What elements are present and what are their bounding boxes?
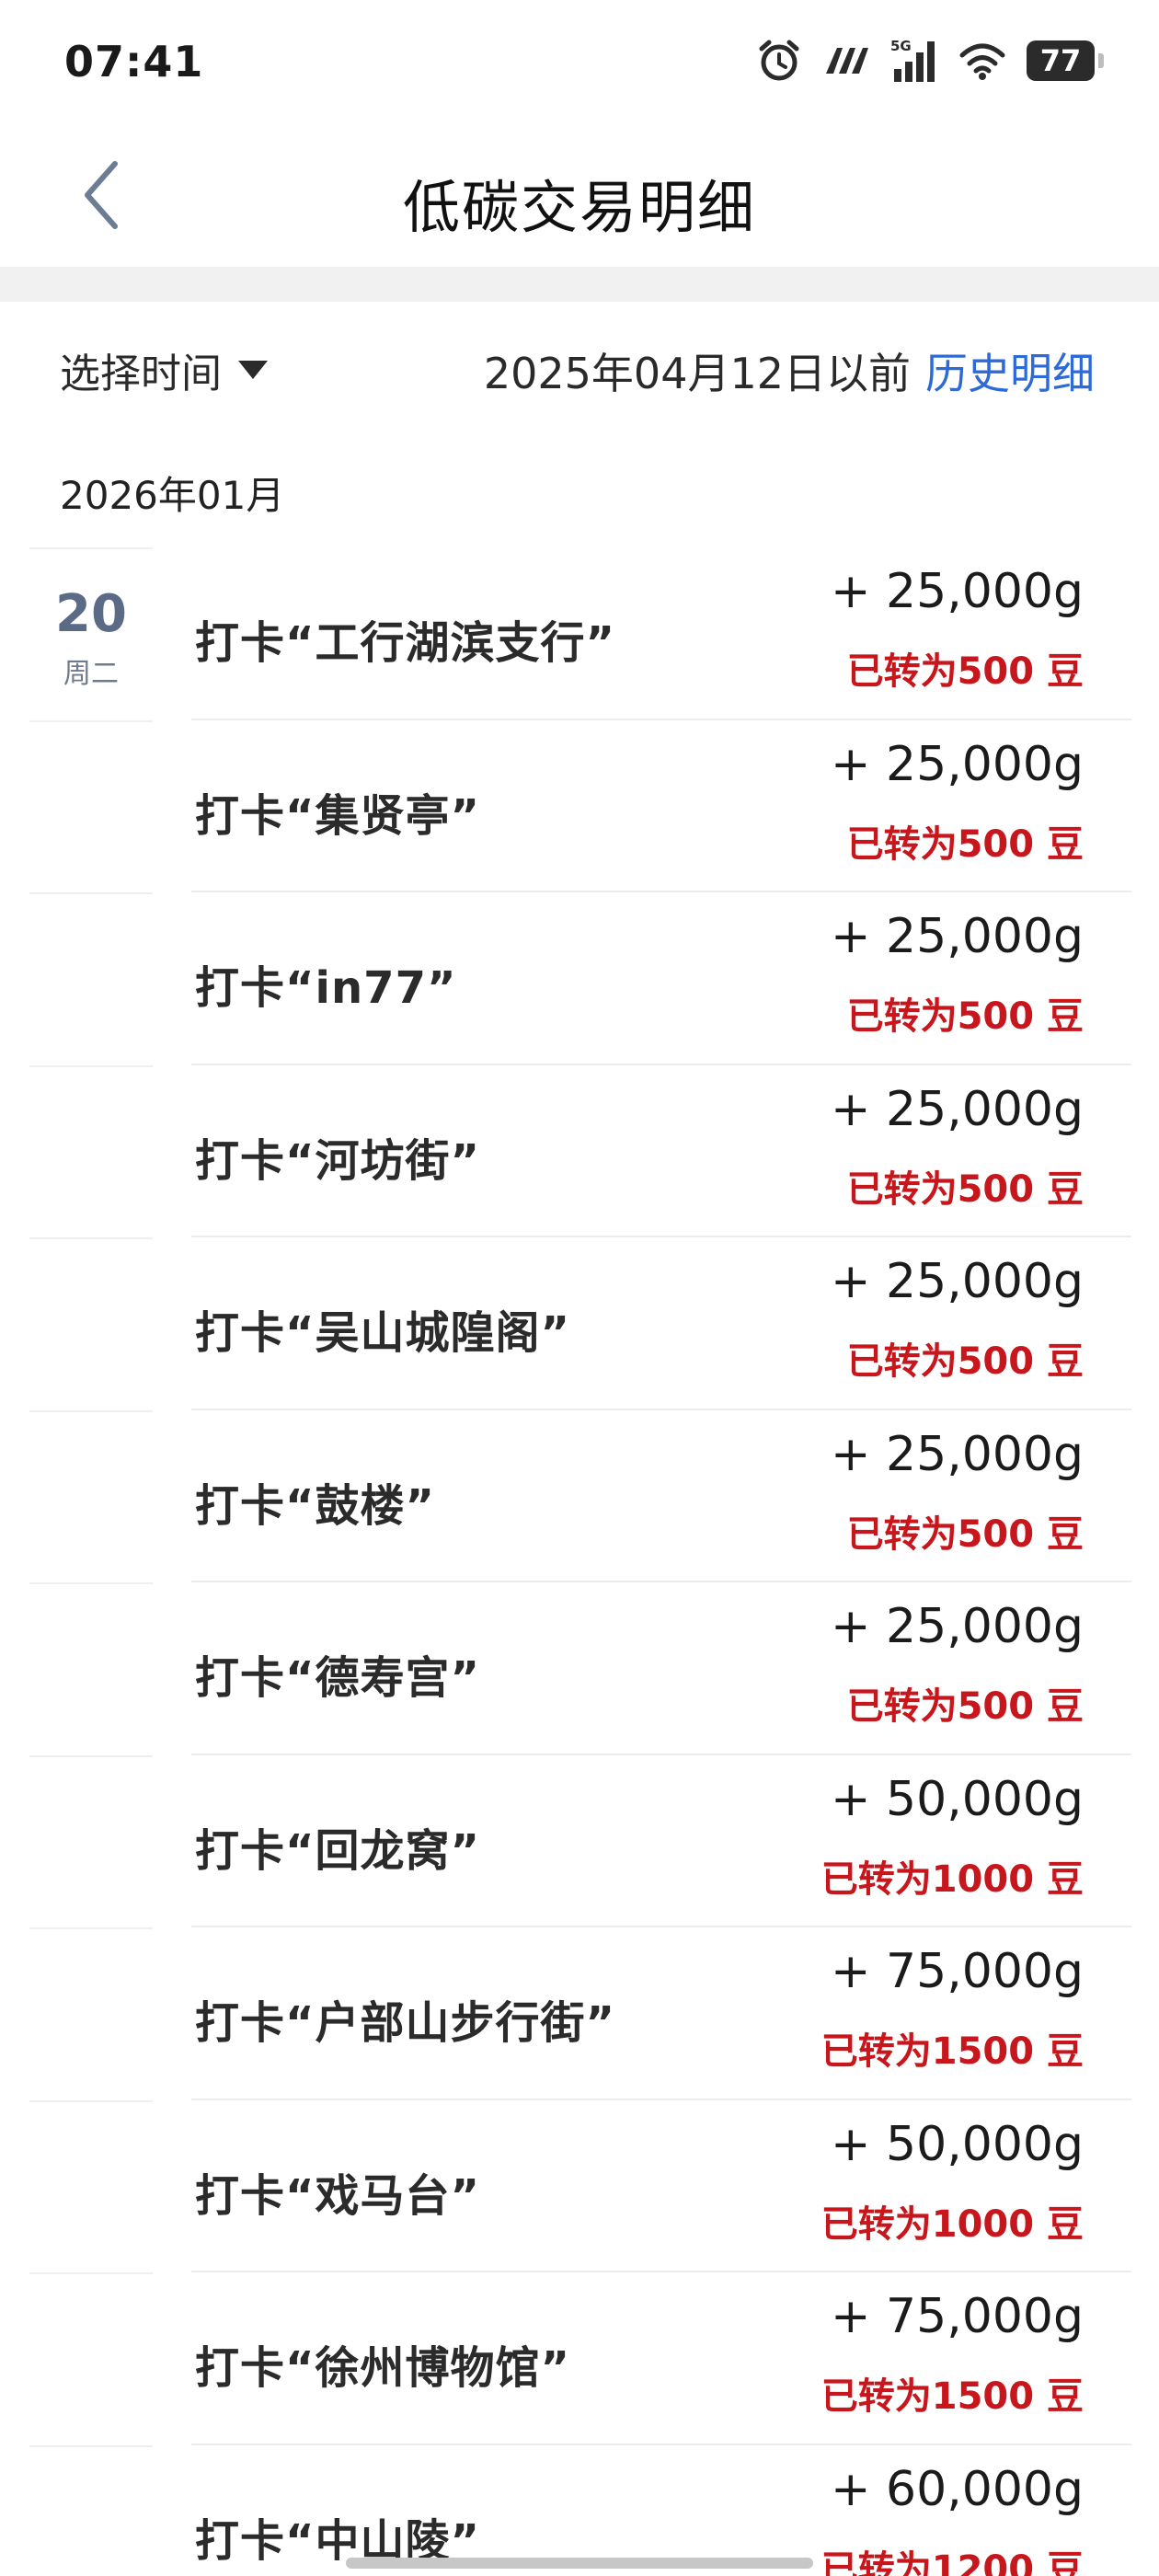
transaction-row[interactable]: 打卡“in77” + 25,000g 已转为500 豆 [0, 892, 1159, 1065]
month-label: 2026年01月 [60, 473, 285, 518]
date-cell [29, 2272, 153, 2445]
transaction-row[interactable]: 20 周二 打卡“工行湖滨支行” + 25,000g 已转为500 豆 [0, 547, 1159, 720]
conversion-status: 已转为500 豆 [846, 822, 1084, 866]
transaction-row[interactable]: 打卡“徐州博物馆” + 75,000g 已转为1500 豆 [0, 2272, 1159, 2445]
transaction-content: 打卡“吴山城隍阁” + 25,000g 已转为500 豆 [191, 1237, 1131, 1410]
date-cell [29, 892, 153, 1065]
transaction-title: 打卡“戏马台” [195, 2169, 481, 2222]
transaction-content: 打卡“鼓楼” + 25,000g 已转为500 豆 [191, 1410, 1131, 1582]
date-note: 2025年04月12日以前 历史明细 [484, 340, 1095, 401]
time-select-dropdown[interactable]: 选择时间 [60, 340, 268, 399]
transaction-row[interactable]: 打卡“戏马台” + 50,000g 已转为1000 豆 [0, 2099, 1159, 2273]
battery-level: 77 [1039, 43, 1082, 78]
history-link[interactable]: 历史明细 [925, 349, 1095, 398]
transaction-row[interactable]: 打卡“吴山城隍阁” + 25,000g 已转为500 豆 [0, 1237, 1159, 1410]
status-time: 07:41 [64, 37, 204, 86]
conversion-status: 已转为500 豆 [846, 1512, 1084, 1556]
transaction-amount: + 75,000g [830, 1944, 1084, 1999]
transaction-title: 打卡“in77” [195, 962, 457, 1014]
weekday-label: 周二 [63, 658, 119, 690]
caret-down-icon [238, 361, 268, 379]
transaction-row[interactable]: 打卡“鼓楼” + 25,000g 已转为500 豆 [0, 1409, 1159, 1583]
date-cutoff-text: 2025年04月12日以前 [483, 349, 911, 398]
transaction-content: 打卡“工行湖滨支行” + 25,000g 已转为500 豆 [191, 547, 1131, 720]
date-cell [29, 1064, 153, 1238]
transaction-row[interactable]: 打卡“中山陵” + 60,000g 已转为1200 豆 [0, 2444, 1159, 2576]
network-label: 5G [890, 38, 912, 54]
transaction-content: 打卡“户部山步行街” + 75,000g 已转为1500 豆 [191, 1927, 1131, 2100]
conversion-status: 已转为1000 豆 [820, 2202, 1084, 2246]
nfc-icon [822, 42, 870, 79]
section-divider [0, 267, 1159, 302]
filter-bar: 选择时间 2025年04月12日以前 历史明细 [0, 302, 1159, 431]
transaction-list: 20 周二 打卡“工行湖滨支行” + 25,000g 已转为500 豆打卡“集贤亭” + … [0, 547, 1159, 2576]
transaction-amount: + 25,000g [830, 1254, 1084, 1309]
transaction-amount: + 25,000g [830, 564, 1084, 619]
transaction-amount: + 25,000g [830, 1426, 1084, 1482]
status-bar: 07:41 5G 77 [0, 0, 1159, 124]
transaction-content: 打卡“徐州博物馆” + 75,000g 已转为1500 豆 [191, 2272, 1131, 2445]
conversion-status: 已转为500 豆 [846, 650, 1084, 693]
time-select-label: 选择时间 [60, 351, 222, 397]
header: 低碳交易明细 [0, 124, 1159, 267]
transaction-row[interactable]: 打卡“德寿宫” + 25,000g 已转为500 豆 [0, 1582, 1159, 1755]
transaction-content: 打卡“德寿宫” + 25,000g 已转为500 豆 [191, 1582, 1131, 1755]
transaction-amount: + 25,000g [830, 1599, 1084, 1654]
transaction-amount: + 60,000g [830, 2461, 1084, 2517]
date-cell [29, 1927, 153, 2100]
wifi-icon [958, 40, 1006, 81]
transaction-amount: + 25,000g [830, 1081, 1084, 1137]
transaction-row[interactable]: 打卡“户部山步行街” + 75,000g 已转为1500 豆 [0, 1927, 1159, 2100]
conversion-status: 已转为500 豆 [846, 1167, 1084, 1211]
alarm-icon [756, 38, 802, 84]
date-cell [29, 719, 153, 893]
date-cell [29, 2444, 153, 2576]
transaction-title: 打卡“回龙窝” [195, 1824, 481, 1877]
transaction-amount: + 75,000g [830, 2289, 1084, 2344]
transaction-amount: + 25,000g [830, 909, 1084, 964]
page-title: 低碳交易明细 [402, 174, 756, 241]
date-cell: 20 周二 [29, 547, 153, 720]
transaction-title: 打卡“工行湖滨支行” [195, 617, 616, 669]
transaction-title: 打卡“集贤亭” [195, 789, 481, 842]
transaction-amount: + 50,000g [830, 2116, 1084, 2172]
transaction-content: 打卡“集贤亭” + 25,000g 已转为500 豆 [191, 720, 1131, 892]
date-cell [29, 2099, 153, 2273]
transaction-title: 打卡“徐州博物馆” [195, 2342, 571, 2394]
transaction-content: 打卡“河坊街” + 25,000g 已转为500 豆 [191, 1065, 1131, 1237]
status-icons: 5G 77 [756, 35, 1104, 86]
transaction-title: 打卡“德寿宫” [195, 1652, 481, 1704]
signal-icon: 5G [890, 38, 938, 84]
transaction-title: 打卡“鼓楼” [195, 1479, 436, 1532]
transaction-title: 打卡“河坊街” [195, 1134, 481, 1187]
date-cell [29, 1237, 153, 1410]
conversion-status: 已转为1200 豆 [820, 2547, 1084, 2576]
transaction-amount: + 50,000g [830, 1771, 1084, 1827]
date-cell [29, 1754, 153, 1928]
date-cell [29, 1409, 153, 1583]
battery-icon: 77 [1027, 40, 1104, 81]
transaction-amount: + 25,000g [830, 736, 1084, 792]
transaction-row[interactable]: 打卡“河坊街” + 25,000g 已转为500 豆 [0, 1064, 1159, 1238]
conversion-status: 已转为1000 豆 [820, 1857, 1084, 1901]
transaction-row[interactable]: 打卡“集贤亭” + 25,000g 已转为500 豆 [0, 719, 1159, 893]
transaction-row[interactable]: 打卡“回龙窝” + 50,000g 已转为1000 豆 [0, 1754, 1159, 1928]
transaction-title: 打卡“吴山城隍阁” [195, 1307, 571, 1359]
transaction-content: 打卡“回龙窝” + 50,000g 已转为1000 豆 [191, 1755, 1131, 1927]
date-cell [29, 1582, 153, 1755]
conversion-status: 已转为1500 豆 [820, 2375, 1084, 2418]
conversion-status: 已转为1500 豆 [820, 2030, 1084, 2073]
day-number: 20 [55, 584, 127, 644]
transaction-content: 打卡“in77” + 25,000g 已转为500 豆 [191, 892, 1131, 1065]
transaction-content: 打卡“戏马台” + 50,000g 已转为1000 豆 [191, 2100, 1131, 2272]
transaction-title: 打卡“户部山步行街” [195, 1997, 616, 2049]
transaction-content: 打卡“中山陵” + 60,000g 已转为1200 豆 [191, 2445, 1131, 2576]
conversion-status: 已转为500 豆 [846, 1340, 1084, 1383]
home-indicator[interactable] [346, 2558, 813, 2569]
conversion-status: 已转为500 豆 [846, 1685, 1084, 1728]
conversion-status: 已转为500 豆 [846, 995, 1084, 1038]
